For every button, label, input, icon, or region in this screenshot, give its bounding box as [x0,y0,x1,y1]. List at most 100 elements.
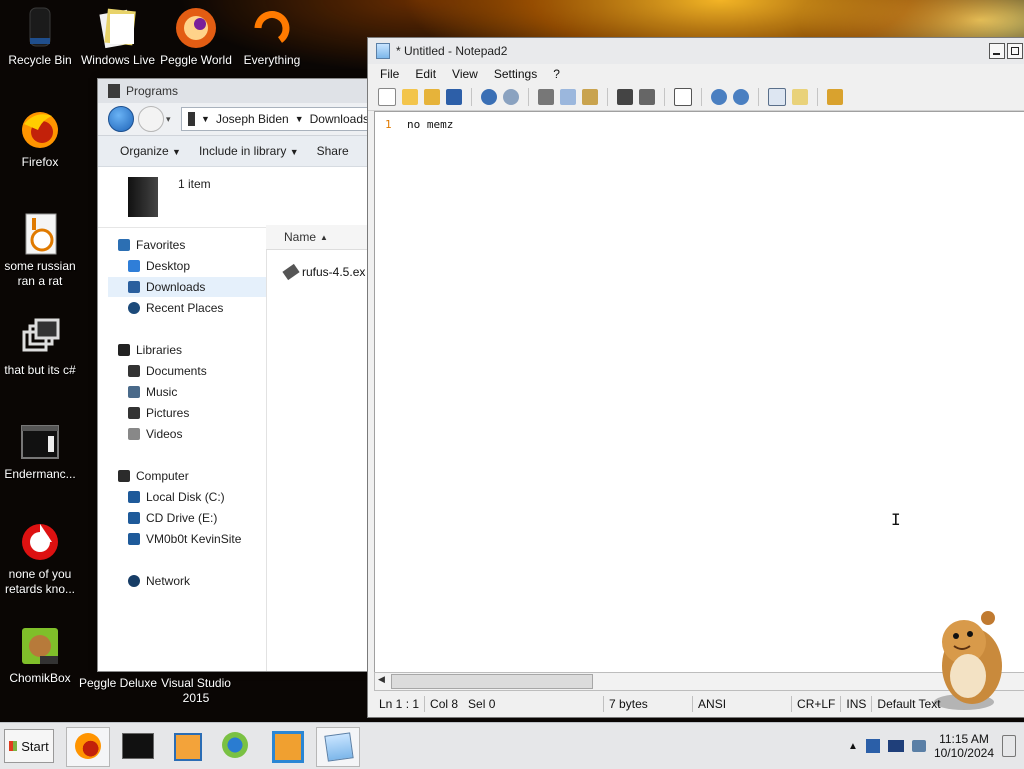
menu-settings[interactable]: Settings [494,67,537,81]
chevron-down-icon: ▼ [294,114,304,124]
desktop-icon-none-of-you[interactable]: none of you retards kno... [0,520,80,597]
monitor-icon[interactable] [887,740,904,752]
browse-icon[interactable] [424,89,440,105]
scheme-icon[interactable] [768,88,786,106]
nav-music[interactable]: Music [128,382,177,402]
console-icon [18,420,62,464]
drive-icon [128,177,158,217]
breadcrumb-item[interactable]: Joseph Biden [216,112,289,126]
explorer-titlebar[interactable]: Programs [98,79,370,103]
cut-icon[interactable] [538,89,554,105]
libraries-icon [118,344,130,356]
nav-cd-drive[interactable]: CD Drive (E:) [128,508,217,528]
notepad-title: * Untitled - Notepad2 [396,44,508,58]
minimize-button[interactable] [989,43,1005,59]
clock-date: 10/10/2024 [933,746,994,760]
desktop-icon-visual-studio-2015[interactable]: Visual Studio 2015 [156,676,236,706]
organize-button[interactable]: Organize ▼ [120,144,181,158]
breadcrumb-item[interactable]: Downloads [310,112,369,126]
navigation-pane: Favorites Desktop Downloads Recent Place… [98,225,267,671]
hamster-image [924,604,1014,712]
menu-file[interactable]: File [380,67,399,81]
maximize-icon [1011,47,1019,55]
desktop-icon-firefox[interactable]: Firefox [0,108,80,170]
desktop-icon-label: that but its c# [4,363,76,377]
forward-arrow-icon[interactable] [138,106,164,132]
desktop-icon-windows-live[interactable]: Windows Live [78,6,158,68]
replace-icon[interactable] [639,89,655,105]
desktop-icon-peggle-world[interactable]: Peggle World [156,6,236,68]
media-player-icon [174,733,202,761]
text-editor[interactable]: 1 no memz I [374,111,1024,679]
taskbar-app-firefox[interactable] [66,727,110,767]
desktop-icon-some-russian-ran-a-rat[interactable]: some russian ran a rat [0,212,80,289]
taskbar-app-console[interactable] [116,727,158,765]
notepad-titlebar[interactable]: * Untitled - Notepad2 [368,38,1024,64]
nav-downloads[interactable]: Downloads [108,277,266,297]
start-button[interactable]: Start [4,729,54,763]
desktop-icon-endermanch[interactable]: Endermanc... [0,420,80,482]
network-status-icon[interactable] [865,739,880,753]
include-in-library-button[interactable]: Include in library ▼ [199,144,299,158]
new-file-icon[interactable] [378,88,396,106]
explorer-window[interactable]: Programs ▾ ▼ Joseph Biden ▼ Downloads Or… [97,78,371,672]
show-hidden-icons-icon[interactable]: ▲ [848,741,858,752]
breadcrumb[interactable]: ▼ Joseph Biden ▼ Downloads [180,107,370,131]
customize-schemes-icon[interactable] [792,89,808,105]
nav-computer[interactable]: Computer [118,466,189,486]
status-sel: Sel 0 [463,696,605,712]
exit-icon[interactable] [827,89,843,105]
show-desktop-button[interactable] [1002,735,1016,757]
save-icon[interactable] [446,89,462,105]
history-dropdown-icon[interactable]: ▾ [166,114,171,125]
nav-local-disk[interactable]: Local Disk (C:) [128,487,225,507]
clock[interactable]: 11:15 AM 10/10/2024 [934,732,994,760]
copy-icon[interactable] [560,89,576,105]
share-button[interactable]: Share [317,144,349,158]
nav-favorites[interactable]: Favorites [118,235,185,255]
word-wrap-icon[interactable] [674,88,692,106]
redo-icon[interactable] [503,89,519,105]
volume-icon[interactable] [911,740,926,752]
taskbar-app-window-frame[interactable] [266,727,308,765]
desktop-icon-chomikbox[interactable]: ChomikBox [0,624,80,686]
column-header-name[interactable]: Name ▲ [266,225,370,250]
nav-pictures[interactable]: Pictures [128,403,189,423]
find-icon[interactable] [617,89,633,105]
taskbar-app-internet-explorer[interactable] [214,727,256,765]
nav-network-drive[interactable]: VM0b0t KevinSite [128,529,241,549]
editor-text[interactable]: no memz [407,118,453,131]
scrollbar-thumb[interactable] [391,674,593,689]
computer-icon [118,470,130,482]
undo-icon[interactable] [481,89,497,105]
taskbar-app-media-player[interactable] [166,727,208,765]
explorer-title: Programs [126,84,179,98]
nav-network[interactable]: Network [128,571,190,591]
zoom-in-icon[interactable] [711,89,727,105]
open-folder-icon[interactable] [402,89,418,105]
desktop-icon-peggle-deluxe[interactable]: Peggle Deluxe [78,676,158,691]
desktop-icon-everything[interactable]: Everything [232,6,312,68]
zoom-out-icon[interactable] [733,89,749,105]
nav-videos[interactable]: Videos [128,424,182,444]
menu-edit[interactable]: Edit [415,67,436,81]
desktop-icon-recycle-bin[interactable]: Recycle Bin [0,6,80,68]
nav-desktop[interactable]: Desktop [128,256,190,276]
status-col: Col 8 [430,697,459,711]
line-number: 1 [385,118,392,131]
notepad-menubar: File Edit View Settings ? [368,64,1024,84]
paste-icon[interactable] [582,89,598,105]
nav-recent-places[interactable]: Recent Places [128,298,223,318]
back-arrow-icon[interactable] [108,106,134,132]
desktop-icon-label: Recycle Bin [8,53,72,67]
nav-libraries[interactable]: Libraries [118,340,182,360]
maximize-button[interactable] [1007,43,1023,59]
desktop-icon-that-but-its-csharp[interactable]: that but its c# [0,316,80,378]
notepad-toolbar [368,84,1024,111]
menu-view[interactable]: View [452,67,478,81]
nav-documents[interactable]: Documents [128,361,207,381]
menu-help[interactable]: ? [553,67,560,81]
scroll-left-icon[interactable]: ◀ [378,674,385,685]
taskbar-app-notepad[interactable] [316,727,360,767]
list-item[interactable]: rufus-4.5.ex [282,263,365,281]
